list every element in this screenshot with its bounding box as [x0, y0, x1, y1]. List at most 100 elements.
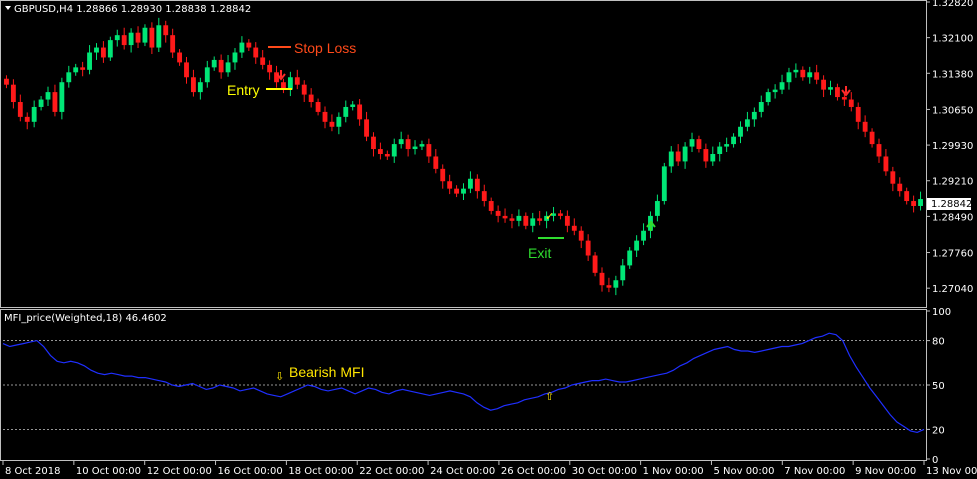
candle-body — [668, 151, 674, 167]
time-tick-label: 18 Oct 00:00 — [288, 466, 353, 477]
candle-body — [412, 146, 418, 150]
candle-body — [405, 139, 411, 150]
candle-body — [440, 168, 446, 182]
candle-body — [495, 210, 501, 216]
candle-body — [862, 121, 868, 132]
candle-body — [274, 72, 279, 83]
candle-body — [197, 82, 203, 93]
candle-body — [10, 84, 16, 103]
candle-body — [468, 178, 473, 189]
candle-body — [135, 32, 141, 43]
time-tick-label: 26 Oct 00:00 — [501, 466, 566, 477]
mfi-tick-label: 20 — [932, 425, 945, 436]
candle-body — [738, 126, 743, 137]
candle-body — [377, 149, 383, 154]
candle-body — [94, 47, 99, 53]
candle-body — [634, 240, 640, 251]
candle-body — [488, 201, 494, 211]
candle-body — [731, 136, 736, 145]
candle-body — [287, 77, 293, 90]
candle-body — [654, 201, 660, 216]
candle-body — [800, 69, 806, 78]
candle-body — [883, 156, 889, 172]
candle-body — [599, 272, 605, 286]
candle-body — [765, 92, 771, 103]
candle-body — [343, 106, 349, 117]
candle-body — [689, 139, 695, 147]
candle-body — [564, 215, 570, 226]
candle-body — [558, 213, 563, 216]
candle-body — [87, 52, 92, 70]
price-tick-label: 1.32100 — [932, 34, 973, 45]
candle-body — [177, 52, 183, 63]
candle-body — [530, 218, 536, 226]
candle-body — [751, 111, 757, 120]
candle-body — [294, 77, 300, 85]
candle-body — [537, 218, 543, 221]
mfi-arrow-down-icon: ⇩ — [275, 370, 284, 383]
candle-body — [516, 215, 522, 221]
time-tick-label: 30 Oct 00:00 — [572, 466, 637, 477]
price-tick-label: 1.32820 — [932, 0, 973, 9]
mfi-arrow-up-icon: ⇧ — [545, 390, 554, 403]
mfi-tick-label: 0 — [932, 455, 938, 466]
candle-body — [107, 40, 113, 58]
candle-body — [357, 104, 363, 120]
candle-body — [308, 94, 314, 103]
chart-background — [0, 0, 977, 479]
candle-body — [461, 188, 466, 194]
candle-body — [744, 119, 750, 127]
mfi-tick-label: 100 — [932, 307, 951, 318]
candle-body — [211, 59, 217, 68]
candle-body — [772, 89, 778, 93]
candle-body — [66, 72, 72, 83]
time-tick-label: 1 Nov 00:00 — [643, 466, 704, 477]
candle-body — [779, 82, 785, 90]
candle-body — [578, 230, 584, 241]
candle-body — [73, 67, 79, 73]
candle-body — [45, 92, 51, 100]
candle-body — [717, 146, 723, 154]
candle-body — [627, 250, 633, 266]
candle-body — [502, 215, 508, 219]
candle-body — [253, 47, 259, 58]
bearish-mfi-label: Bearish MFI — [289, 364, 364, 380]
candle-body — [100, 47, 106, 58]
check-mark-icon: ✓ — [545, 210, 554, 223]
candle-body — [329, 121, 335, 127]
candle-body — [426, 144, 432, 157]
price-axis: 1.32820 1.32100 1.31380 1.30650 1.29930 1.292… — [926, 0, 973, 295]
time-tick-label: 13 Nov 00:00 — [926, 466, 977, 477]
candle-body — [163, 25, 169, 36]
candle-body — [918, 199, 923, 206]
exit-label: Exit — [528, 245, 551, 261]
candle-body — [848, 99, 854, 107]
candle-body — [724, 144, 730, 147]
candle-body — [371, 136, 376, 150]
candle-body — [592, 255, 598, 273]
candle-body — [841, 97, 847, 100]
candle-body — [641, 230, 646, 241]
candle-body — [80, 67, 86, 70]
candle-body — [807, 72, 813, 78]
candle-body — [876, 144, 882, 157]
candle-body — [869, 131, 875, 145]
candle-body — [315, 102, 321, 112]
candle-body — [904, 191, 910, 202]
candle-body — [31, 106, 37, 122]
candle-body — [239, 42, 245, 53]
time-tick-label: 9 Nov 00:00 — [855, 466, 916, 477]
candle-body — [218, 59, 224, 73]
price-tick-label: 1.31380 — [932, 69, 973, 80]
price-tick-label: 1.28490 — [932, 212, 973, 223]
current-price-label: 1.28842 — [931, 199, 972, 210]
candle-body — [364, 119, 369, 137]
candle-body — [391, 144, 397, 157]
candle-body — [191, 77, 196, 93]
candle-body — [17, 102, 23, 117]
price-tick-label: 1.27040 — [932, 284, 973, 295]
mfi-tick-label: 80 — [932, 337, 945, 348]
candle-body — [447, 181, 453, 189]
candle-body — [156, 25, 162, 48]
candle-body — [419, 144, 425, 147]
